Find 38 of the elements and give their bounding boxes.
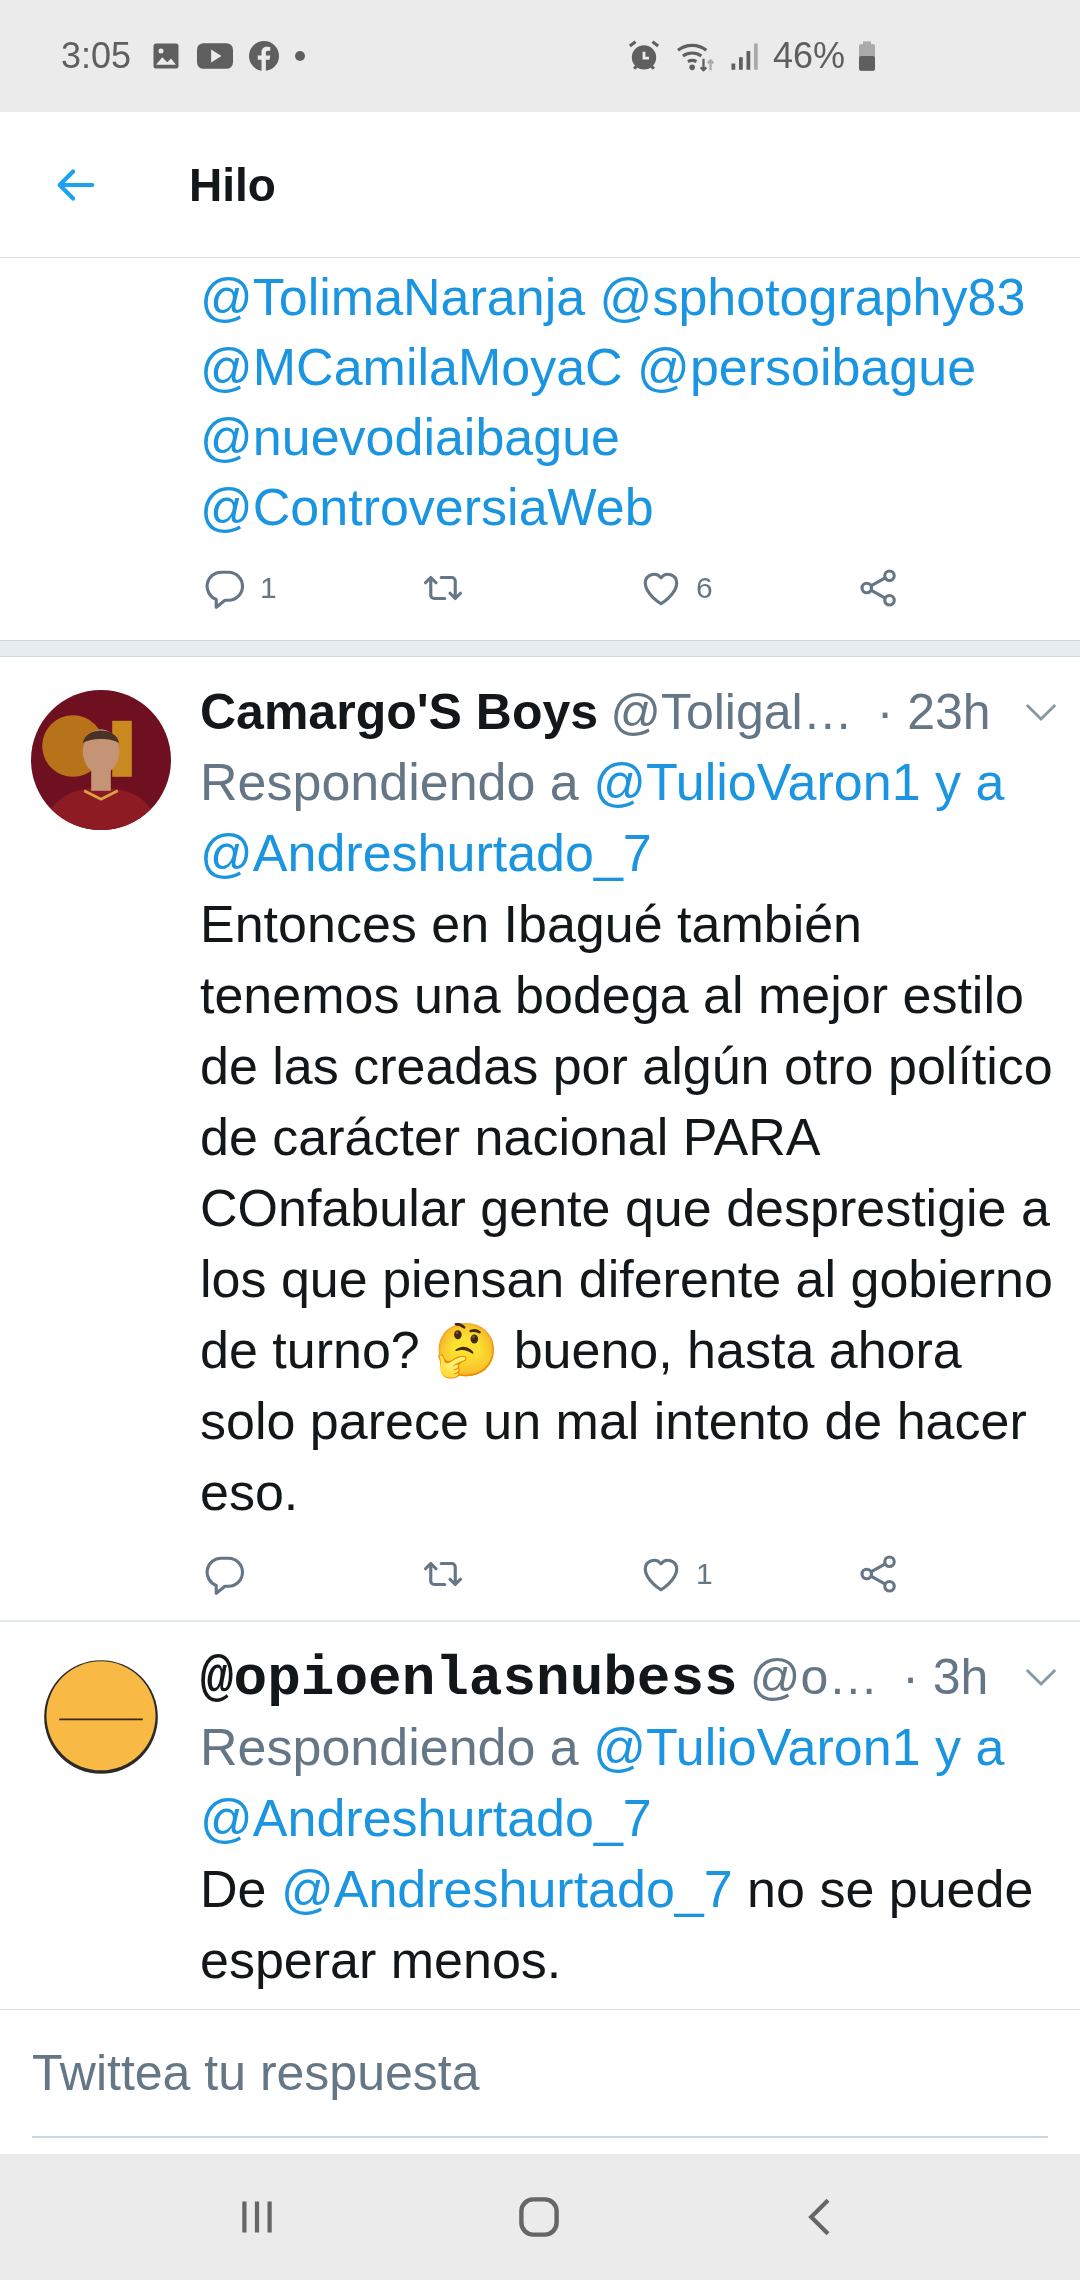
- alarm-icon: [626, 39, 661, 73]
- mention-link[interactable]: @sphotography83: [599, 268, 1026, 326]
- dot-icon: [295, 51, 306, 61]
- mention-link[interactable]: @persoibague: [637, 338, 977, 396]
- reply-count: 1: [260, 571, 277, 605]
- mention-link[interactable]: @Andreshurtado_7: [200, 824, 652, 882]
- battery-percentage: 46%: [772, 35, 845, 77]
- tweet-time: · 3h: [902, 1648, 989, 1707]
- reply-context: Respondiendo a @TulioVaron1 y a @Andreshurtado_7: [200, 1717, 1006, 1849]
- tweet-text: Entonces en Ibagué también tenemos una bodega al mejor estilo de las creadas por algún otro político de carácter nacional PARA COnfabular gente que desprestigie a los que piensan diferente al gobierno de turno? 🤔 bueno, hasta ahora solo parece un mal intento de hacer eso.: [200, 894, 1054, 1523]
- reply-context: Respondiendo a @TulioVaron1 y a @Andreshurtado_7: [200, 752, 1006, 884]
- tweet-time: · 23h: [876, 683, 991, 742]
- social-icon: [249, 41, 280, 71]
- like-count: 1: [696, 1557, 713, 1591]
- user-name[interactable]: @opioenlasnubess: [200, 1644, 738, 1714]
- user-handle: @Toligal…: [610, 683, 853, 742]
- video-icon: [197, 43, 234, 69]
- mention-link[interactable]: @TulioVaron1 y a: [593, 753, 1005, 811]
- tweet-text: De @Andreshurtado_7 no se puede esperar menos.: [200, 1859, 1035, 1991]
- mention-link[interactable]: @Andreshurtado_7: [200, 1789, 652, 1847]
- user-handle: @o…: [749, 1648, 879, 1707]
- home-icon[interactable]: [517, 2195, 561, 2239]
- mention-link[interactable]: @nuevodiaibague: [200, 408, 620, 466]
- mention-link[interactable]: @TolimaNaranja: [200, 268, 586, 326]
- page-title: Hilo: [189, 157, 276, 212]
- mention-link[interactable]: @MCamilaMoyaC: [200, 338, 623, 396]
- image-icon: [151, 41, 182, 71]
- mention-link[interactable]: @TulioVaron1 y a: [593, 1718, 1005, 1776]
- mention-link[interactable]: @Andreshurtado_7: [280, 1860, 733, 1918]
- user-name[interactable]: Camargo'S Boys: [200, 677, 599, 747]
- chevron-icon: [1024, 702, 1058, 722]
- mention-link[interactable]: @ControversiaWeb: [200, 478, 654, 536]
- like-count: 6: [696, 571, 713, 605]
- more-button[interactable]: [1024, 1667, 1058, 1687]
- status-time: 3:05: [61, 35, 132, 77]
- chevron-icon: [1024, 1667, 1058, 1687]
- battery-icon: [859, 40, 875, 72]
- more-button[interactable]: [1024, 702, 1058, 722]
